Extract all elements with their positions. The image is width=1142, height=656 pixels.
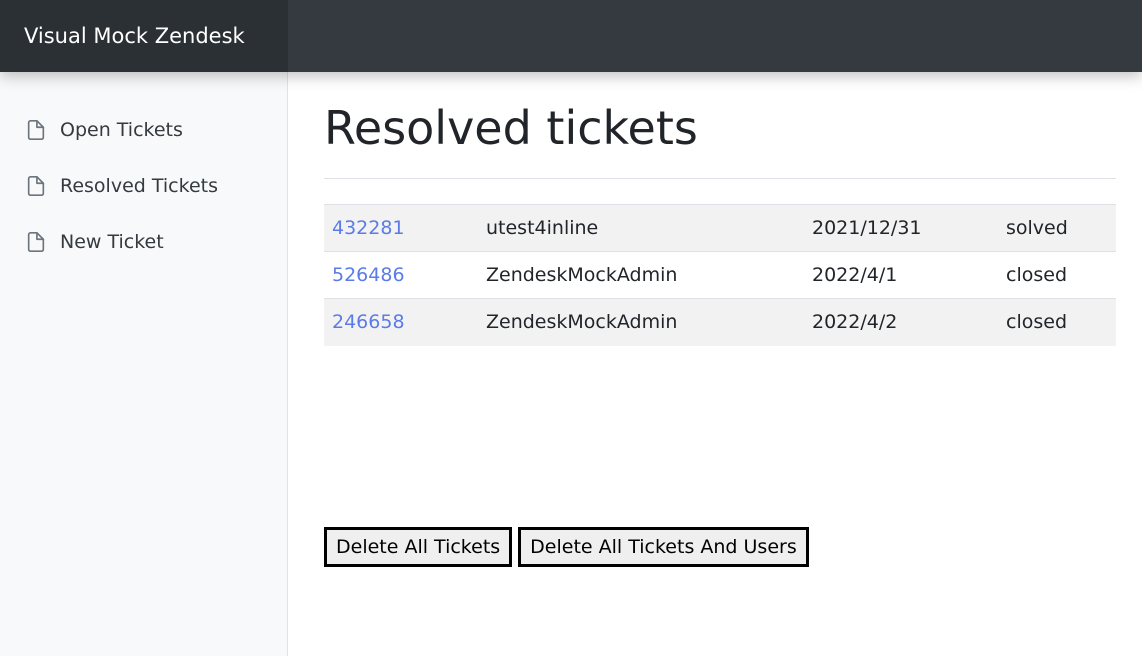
- page-title: Resolved tickets: [324, 101, 698, 155]
- requester-cell: utest4inline: [486, 217, 599, 239]
- tickets-table: 432281 utest4inline 2021/12/31 solved 52…: [324, 204, 1116, 346]
- table-row: 526486 ZendeskMockAdmin 2022/4/1 closed: [324, 251, 1116, 299]
- ticket-link[interactable]: 432281: [332, 217, 405, 239]
- status-cell: closed: [1006, 311, 1067, 334]
- ticket-link[interactable]: 526486: [332, 264, 405, 286]
- actions-bar: Delete All Tickets Delete All Tickets An…: [324, 527, 809, 567]
- requester-cell: ZendeskMockAdmin: [486, 311, 678, 334]
- ticket-id-cell: 526486: [324, 252, 478, 299]
- sidebar-item-new-ticket[interactable]: New Ticket: [0, 214, 287, 270]
- sidebar: Open Tickets Resolved Tickets New Ticket: [0, 72, 288, 656]
- file-icon: [27, 232, 45, 252]
- sidebar-item-open-tickets[interactable]: Open Tickets: [0, 102, 287, 158]
- divider: [324, 178, 1116, 179]
- status-cell: solved: [1006, 217, 1068, 239]
- ticket-id-cell: 246658: [324, 299, 478, 346]
- date-cell: 2022/4/2: [812, 311, 898, 334]
- delete-all-tickets-and-users-button[interactable]: Delete All Tickets And Users: [518, 527, 809, 567]
- table-row: 246658 ZendeskMockAdmin 2022/4/2 closed: [324, 298, 1116, 346]
- ticket-link[interactable]: 246658: [332, 311, 405, 333]
- date-cell: 2022/4/1: [812, 264, 898, 286]
- main-content: Resolved tickets 432281 utest4inline 202…: [324, 72, 1116, 346]
- status-cell: closed: [1006, 264, 1067, 286]
- top-navbar: Visual Mock Zendesk: [0, 0, 1142, 72]
- table-row: 432281 utest4inline 2021/12/31 solved: [324, 204, 1116, 252]
- file-icon: [27, 176, 45, 196]
- brand-link[interactable]: Visual Mock Zendesk: [0, 0, 288, 72]
- sidebar-item-label: New Ticket: [60, 231, 164, 253]
- file-icon: [27, 120, 45, 140]
- ticket-id-cell: 432281: [324, 205, 478, 252]
- date-cell: 2021/12/31: [812, 217, 922, 239]
- sidebar-item-label: Open Tickets: [60, 119, 183, 141]
- delete-all-tickets-button[interactable]: Delete All Tickets: [324, 527, 513, 567]
- sidebar-item-label: Resolved Tickets: [60, 175, 218, 197]
- sidebar-item-resolved-tickets[interactable]: Resolved Tickets: [0, 158, 287, 214]
- requester-cell: ZendeskMockAdmin: [486, 264, 678, 286]
